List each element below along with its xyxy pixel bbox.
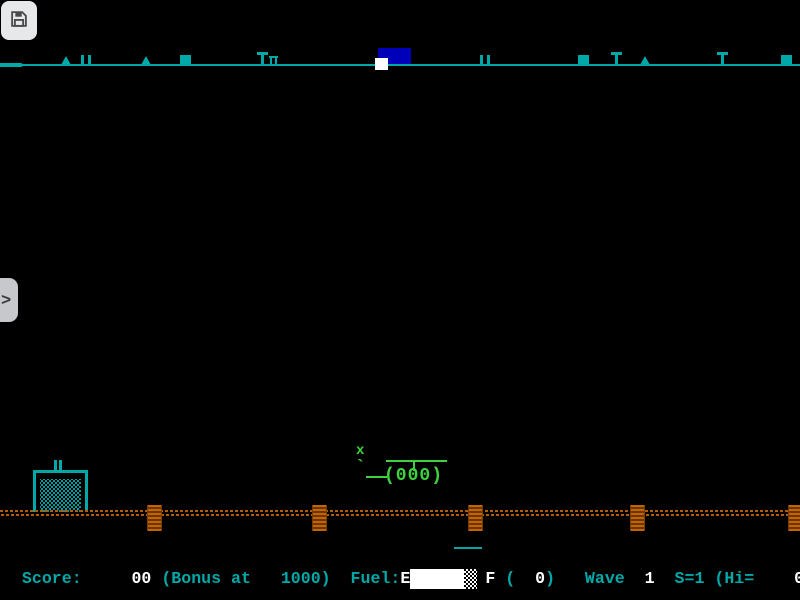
- radar-marker-triangle: [640, 56, 650, 65]
- radar-marker-triangle: [61, 56, 71, 65]
- radar-marker-square: [578, 55, 589, 66]
- status-text: 00: [131, 569, 151, 588]
- ground-strip: [0, 509, 800, 518]
- radar-marker-pylon: [81, 55, 91, 65]
- radar-marker-pylon: [480, 55, 490, 65]
- vehicle-body: (000): [384, 466, 443, 486]
- depot-chimney: [54, 460, 62, 470]
- expand-controls-button[interactable]: >: [0, 278, 18, 322]
- status-text: Score:: [22, 569, 132, 588]
- radar-marker-square: [180, 55, 191, 66]
- ground-post: [312, 505, 327, 531]
- radar-marker-dash: [0, 63, 22, 67]
- status-text: S=1 (Hi=: [655, 569, 794, 588]
- fuel-gauge-tick: [454, 547, 482, 549]
- fuel-gauge-dither: [464, 569, 477, 589]
- ground-post: [788, 505, 800, 531]
- radar-marker-tee: [257, 52, 268, 65]
- game-screen[interactable]: x ` (000) Score: 00 (Bonus at 1000) Fuel…: [0, 0, 800, 600]
- status-text: F: [485, 569, 495, 588]
- status-text: 1: [645, 569, 655, 588]
- depot-fill-pattern: [40, 479, 81, 512]
- status-text: (: [495, 569, 515, 588]
- status-text: 0: [515, 569, 545, 588]
- status-text: 00: [794, 569, 800, 588]
- radar-marker-tee: [717, 52, 728, 65]
- radar-baseline: [0, 64, 800, 66]
- fuel-gauge-solid: [410, 569, 464, 589]
- player-cursor-marker: [375, 58, 388, 70]
- ground-post: [630, 505, 645, 531]
- vehicle-antenna-bar: [386, 460, 447, 462]
- ground-post: [468, 505, 483, 531]
- status-text: (Bonus at 1000) Fuel:: [151, 569, 400, 588]
- save-button[interactable]: [1, 1, 37, 40]
- vehicle-neck: `: [355, 461, 366, 475]
- depot-walls: [33, 470, 88, 512]
- radar-marker-square: [781, 55, 792, 66]
- ground-post: [147, 505, 162, 531]
- status-text: E: [400, 569, 410, 588]
- radar-marker-pi: [269, 56, 278, 65]
- status-text: ) Wave: [545, 569, 645, 588]
- floppy-save-icon: [8, 8, 30, 33]
- chevron-right-icon: >: [1, 290, 11, 310]
- status-bar: Score: 00 (Bonus at 1000) Fuel:EF ( 0) W…: [2, 529, 800, 551]
- radar-marker-triangle: [141, 56, 151, 65]
- vehicle-head: x: [356, 444, 364, 458]
- radar-marker-tee: [611, 52, 622, 65]
